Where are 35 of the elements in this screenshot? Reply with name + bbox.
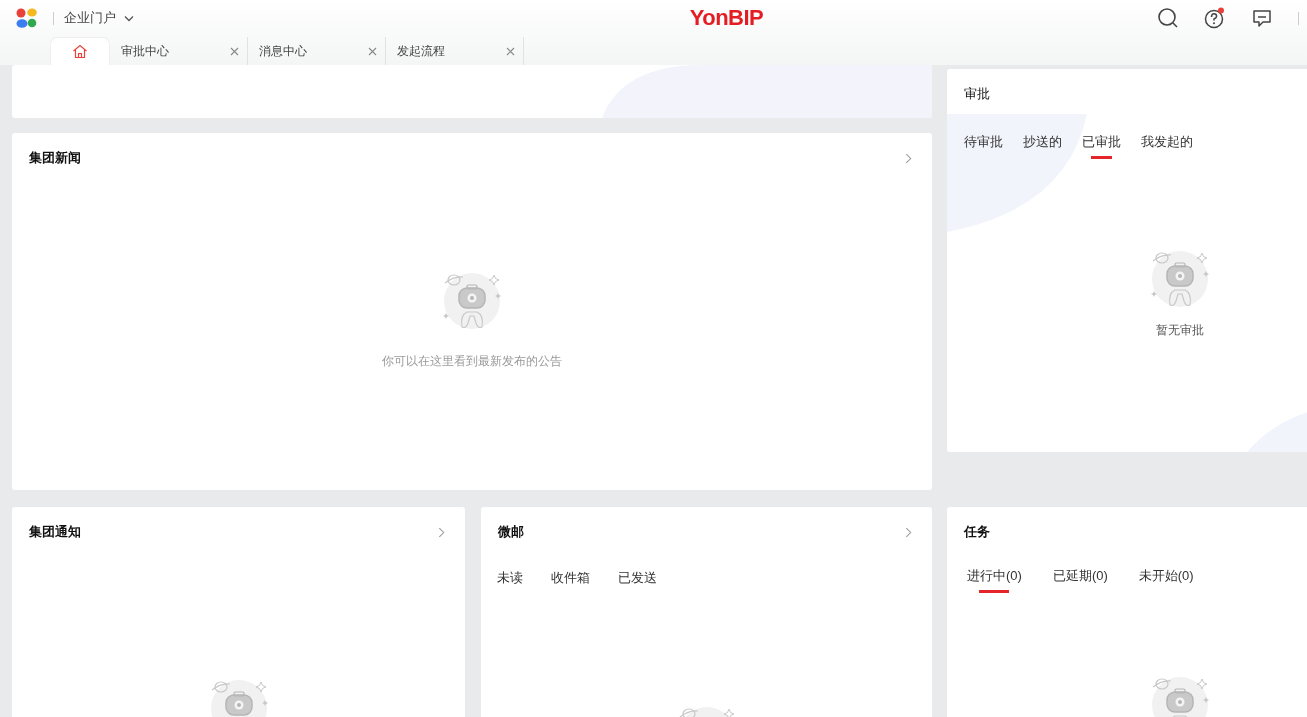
card-title: 微邮 <box>498 523 524 541</box>
page-tab[interactable]: 消息中心 <box>259 42 307 60</box>
card-tab[interactable]: 抄送的 <box>1023 133 1062 159</box>
card-tab[interactable]: 未读 <box>497 569 523 595</box>
card-tab[interactable]: 我发起的 <box>1141 133 1193 159</box>
chevron-right-icon[interactable] <box>905 526 912 538</box>
card-tab[interactable]: 待审批 <box>964 133 1003 159</box>
caret-icon <box>124 14 134 22</box>
card-tab[interactable]: 进行中(0) <box>967 567 1022 593</box>
card-title: 任务 <box>964 523 990 541</box>
card-tab[interactable]: 已审批 <box>1082 133 1121 159</box>
card-tab[interactable]: 已发送 <box>618 569 657 595</box>
card-tab[interactable]: 未开始(0) <box>1138 567 1194 593</box>
app-logo-icon[interactable] <box>15 7 39 29</box>
card-tab[interactable]: 已延期(0) <box>1052 567 1108 593</box>
close-icon[interactable] <box>506 46 515 56</box>
portal-dropdown[interactable]: 企业门户 <box>64 9 134 27</box>
chevron-right-icon[interactable] <box>905 152 912 164</box>
close-icon[interactable] <box>368 46 377 56</box>
empty-message: 暂无审批 <box>1155 322 1204 339</box>
card-title: 集团新闻 <box>29 149 81 167</box>
search-icon[interactable] <box>1157 7 1179 29</box>
page-tab[interactable]: 发起流程 <box>397 42 445 60</box>
message-icon[interactable] <box>1251 7 1273 29</box>
home-tab[interactable] <box>50 37 110 65</box>
empty-message: 你可以在这里看到最新发布的公告 <box>382 353 562 370</box>
card-title: 集团通知 <box>29 523 81 541</box>
help-icon[interactable] <box>1204 7 1226 29</box>
close-icon[interactable] <box>230 46 239 56</box>
card-tab[interactable]: 收件箱 <box>551 569 590 595</box>
chevron-right-icon[interactable] <box>438 526 445 538</box>
card-title: 审批 <box>964 85 990 103</box>
page-tab[interactable]: 审批中心 <box>121 42 169 60</box>
home-icon <box>72 44 88 59</box>
brand-logo: YonBIP <box>689 5 764 31</box>
